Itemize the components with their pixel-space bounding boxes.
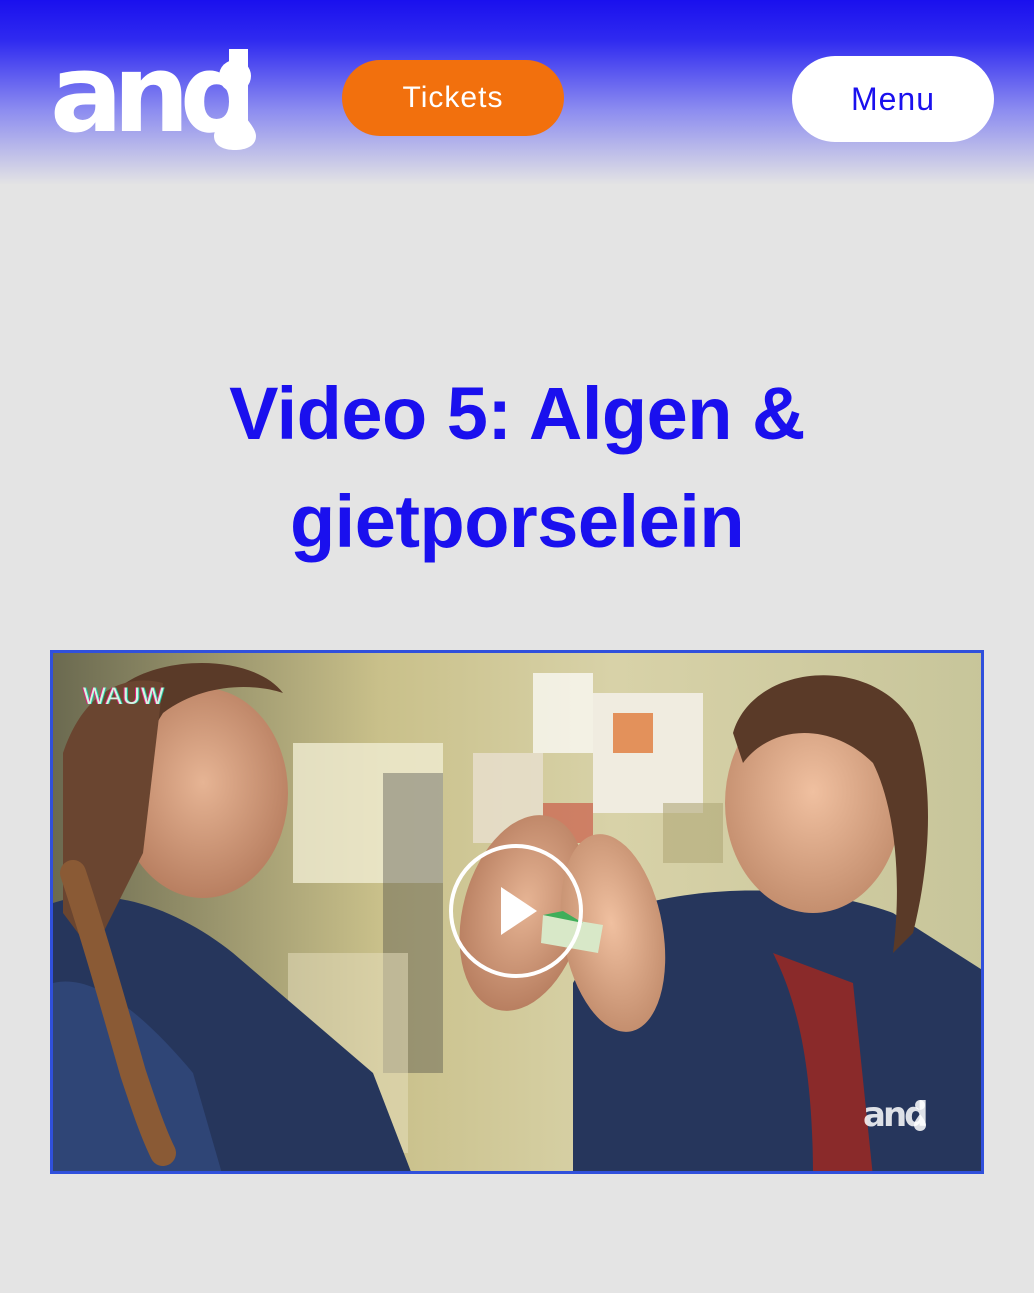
play-icon	[501, 887, 537, 935]
watermark-dot-drop-icon	[914, 1100, 926, 1131]
page-title: Video 5: Algen & gietporselein	[229, 372, 805, 563]
menu-button[interactable]: Menu	[792, 56, 994, 142]
tickets-button[interactable]: Tickets	[342, 60, 564, 136]
site-header: and Tickets Menu	[0, 0, 1034, 185]
logo-dot-drop-icon	[214, 60, 256, 150]
play-button[interactable]	[449, 844, 583, 978]
video-watermark: and	[863, 1095, 929, 1135]
home-logo-link[interactable]: and	[50, 40, 260, 154]
video-player[interactable]: WAUW and	[50, 650, 984, 1174]
corner-label: WAUW	[83, 683, 165, 710]
